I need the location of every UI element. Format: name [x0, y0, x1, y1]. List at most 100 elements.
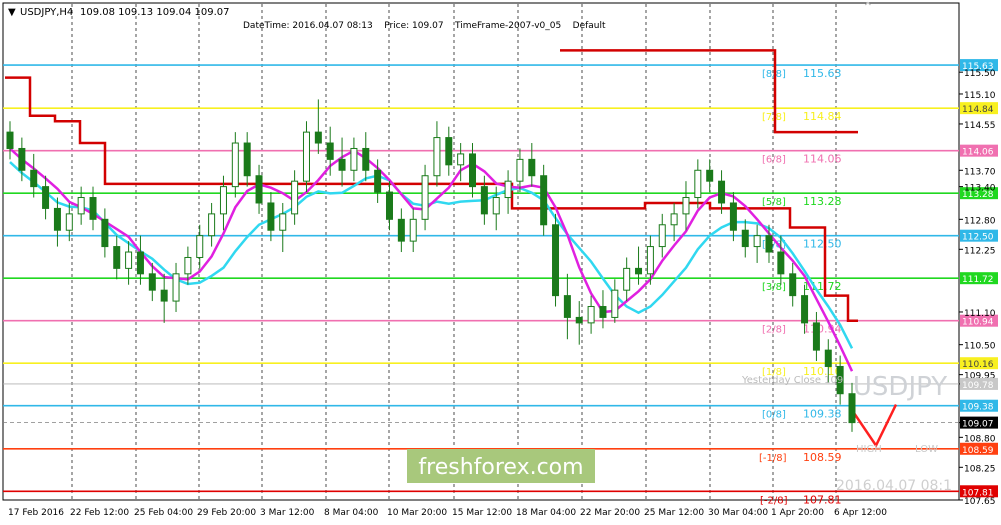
- x-tick-label: 25 Feb 04:00: [134, 508, 193, 518]
- murray-level-value: 112.50: [803, 238, 842, 251]
- candle-body: [718, 180, 726, 204]
- murray-level-label: [-2/8]: [760, 495, 788, 506]
- price-axis-level-value: 108.59: [962, 446, 994, 456]
- price-tick-label: 111.10: [964, 309, 996, 319]
- candle-body: [658, 224, 666, 248]
- candle-body: [219, 186, 227, 215]
- candle-body: [243, 142, 251, 177]
- candle-body: [812, 322, 820, 351]
- candle-body: [279, 213, 287, 231]
- candle-body: [563, 295, 571, 318]
- murray-level-value: 110.94: [803, 323, 842, 336]
- price-tick-label: 114.55: [964, 121, 996, 131]
- murray-level-label: [2/8]: [762, 325, 786, 336]
- candle-body: [30, 169, 38, 188]
- price-axis-level-value: 110.16: [962, 360, 994, 370]
- candle-body: [540, 175, 548, 226]
- candle-body: [741, 229, 749, 248]
- chevron-down-icon[interactable]: ▼: [8, 7, 16, 18]
- x-tick-label: 15 Mar 12:00: [452, 508, 512, 518]
- candle-body: [469, 153, 477, 188]
- candle-body: [646, 246, 654, 275]
- candle-body: [291, 180, 299, 215]
- candle-body: [101, 218, 109, 248]
- chart: [8/8] 115.63 [7/8] 114.84 [6/8] 114.06 [5/8] 11…: [0, 0, 1001, 525]
- candle-body: [314, 131, 322, 144]
- murray-level-label: [3/8]: [762, 282, 786, 293]
- x-tick-label: 22 Feb 12:00: [70, 508, 129, 518]
- murray-level-value: 107.81: [803, 493, 842, 506]
- candle-body: [670, 213, 678, 226]
- x-tick-label: 8 Mar 04:00: [324, 508, 379, 518]
- candle-body: [824, 349, 832, 367]
- candle-body: [6, 131, 14, 149]
- candle-body: [599, 306, 607, 318]
- price-axis-level-value: 111.72: [962, 275, 994, 285]
- candle-body: [374, 169, 382, 193]
- murray-level-value: 114.84: [803, 110, 842, 123]
- candle-body: [196, 235, 204, 258]
- candle-body: [765, 235, 773, 253]
- murray-level-value: 113.28: [803, 195, 842, 208]
- x-tick-label: 25 Mar 12:00: [644, 508, 704, 518]
- candle-body: [18, 147, 26, 171]
- symbol-watermark: USDJPY: [853, 372, 947, 402]
- price-tick-label: 107.65: [964, 497, 996, 507]
- candle-body: [457, 153, 465, 166]
- x-tick-label: 17 Feb 2016: [8, 508, 64, 518]
- candle-body: [694, 169, 702, 199]
- price-axis-level-value: 109.38: [962, 403, 994, 413]
- murray-level-label: [6/8]: [762, 155, 786, 166]
- yesterday-close-label: Yesterday Close 109: [741, 375, 843, 386]
- candle-body: [160, 289, 168, 302]
- candle-body: [77, 197, 85, 215]
- price-axis-level-value: 110.94: [962, 318, 994, 328]
- candle-body: [125, 251, 133, 269]
- candle-body: [777, 251, 785, 275]
- candle-body: [267, 202, 275, 231]
- candle-body: [385, 191, 393, 220]
- price-tick-label: 112.80: [964, 216, 996, 226]
- price-axis-level-value: 114.84: [962, 105, 994, 115]
- candle-body: [587, 306, 595, 324]
- price-axis-level-value: 114.06: [962, 148, 994, 158]
- x-tick-label: 22 Mar 20:00: [580, 508, 640, 518]
- x-tick-label: 10 Mar 20:00: [387, 508, 447, 518]
- high-label: HIGH: [856, 444, 882, 455]
- candle-body: [362, 147, 370, 171]
- candle-body: [635, 267, 643, 275]
- candle-body: [706, 169, 714, 182]
- murray-level-value: 115.63: [803, 67, 842, 80]
- x-tick-label: 6 Apr 12:00: [834, 508, 887, 518]
- candle-body: [148, 273, 156, 291]
- price-axis: 115.63114.84114.06113.28112.50111.72110.…: [959, 59, 998, 507]
- candle-body: [53, 207, 61, 231]
- candle-body: [575, 316, 583, 324]
- candle-body: [89, 197, 97, 220]
- candle-body: [231, 142, 239, 188]
- low-label: LOW: [915, 444, 938, 455]
- price-axis-level-value: 112.50: [962, 233, 994, 243]
- candle-body: [302, 131, 310, 182]
- price-tick-label: 112.25: [964, 246, 996, 256]
- candle-body: [611, 289, 619, 318]
- yesterday-close-value: 109.78: [962, 381, 994, 391]
- candle-body: [421, 175, 429, 220]
- candle-body: [350, 147, 358, 171]
- candle-body: [504, 180, 512, 199]
- candle-body: [801, 295, 809, 324]
- murray-level-value: 109.38: [803, 408, 842, 421]
- candle-body: [789, 273, 797, 297]
- candle-body: [326, 142, 334, 160]
- price-tick-label: 108.80: [964, 434, 996, 444]
- x-tick-label: 29 Feb 20:00: [197, 508, 256, 518]
- candle-body: [682, 197, 690, 215]
- murray-level-label: [5/8]: [762, 197, 786, 208]
- candle-body: [623, 267, 631, 291]
- chevron-up-icon[interactable]: ⌃: [862, 0, 874, 16]
- candle-body: [42, 186, 50, 209]
- candle-body: [208, 213, 216, 237]
- murray-level-value: 114.06: [803, 153, 842, 166]
- price-tick-label: 113.40: [964, 184, 996, 194]
- candle-body: [433, 137, 441, 177]
